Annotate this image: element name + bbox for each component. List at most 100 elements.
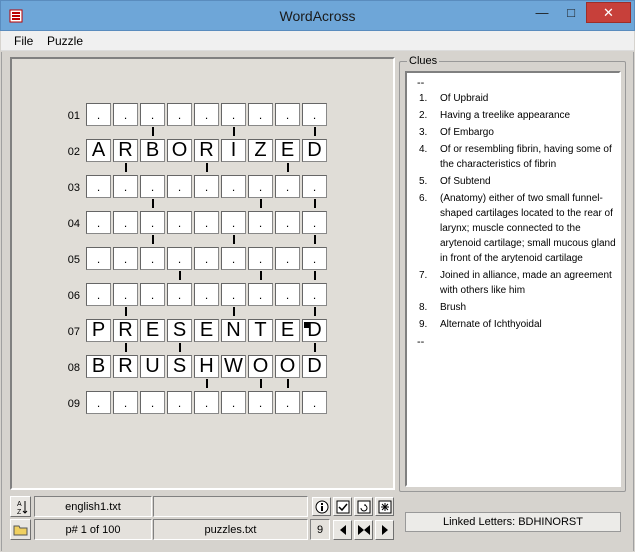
grid-cell[interactable]: . [221, 391, 246, 414]
clue-item[interactable]: 4. Of or resembling fibrin, having some o… [419, 142, 617, 172]
grid-cell[interactable]: . [167, 283, 192, 306]
grid-cell[interactable]: . [194, 283, 219, 306]
grid-cell[interactable]: . [194, 175, 219, 198]
grid-cell[interactable]: . [248, 247, 273, 270]
grid-cell[interactable]: . [140, 211, 165, 234]
grid-cell[interactable]: D [302, 319, 327, 342]
grid-cell[interactable]: . [113, 175, 138, 198]
grid-cell[interactable]: . [140, 103, 165, 126]
solve-button[interactable] [375, 497, 394, 516]
clue-item[interactable]: 1. Of Upbraid [419, 91, 617, 106]
grid-cell[interactable]: . [140, 283, 165, 306]
menu-puzzle[interactable]: Puzzle [47, 34, 83, 48]
grid-cell[interactable]: Z [248, 139, 273, 162]
grid-cell[interactable]: . [248, 175, 273, 198]
grid-cell[interactable]: . [248, 391, 273, 414]
grid-cell[interactable]: . [86, 211, 111, 234]
grid-cell[interactable]: . [86, 283, 111, 306]
grid-cell[interactable]: D [302, 355, 327, 378]
grid-cell[interactable]: R [194, 139, 219, 162]
refresh-button[interactable] [354, 497, 373, 516]
grid-cell[interactable]: . [275, 391, 300, 414]
grid-cell[interactable]: . [140, 391, 165, 414]
clue-item[interactable]: 7. Joined in alliance, made an agreement … [419, 268, 617, 298]
clue-item[interactable]: 9. Alternate of Ichthyoidal [419, 317, 617, 332]
grid-cell[interactable]: N [221, 319, 246, 342]
grid-cell[interactable]: . [140, 247, 165, 270]
grid-cell[interactable]: E [275, 319, 300, 342]
next-puzzle-button[interactable] [375, 520, 394, 540]
grid-cell[interactable]: . [221, 175, 246, 198]
grid-cell[interactable]: . [302, 103, 327, 126]
check-button[interactable] [333, 497, 352, 516]
grid-cell[interactable]: . [275, 283, 300, 306]
grid-cell[interactable]: . [113, 211, 138, 234]
clue-item[interactable]: 6. (Anatomy) either of two small funnel-s… [419, 191, 617, 266]
grid-cell[interactable]: . [275, 211, 300, 234]
grid-cell[interactable]: D [302, 139, 327, 162]
grid-cell[interactable]: . [194, 103, 219, 126]
grid-cell[interactable]: . [140, 175, 165, 198]
grid-cell[interactable]: O [275, 355, 300, 378]
grid-cell[interactable]: . [86, 247, 111, 270]
grid-cell[interactable]: A [86, 139, 111, 162]
grid-cell[interactable]: . [167, 247, 192, 270]
menu-file[interactable]: File [14, 34, 33, 48]
grid-cell[interactable]: . [194, 211, 219, 234]
maximize-icon[interactable]: □ [557, 2, 585, 23]
grid-cell[interactable]: . [86, 103, 111, 126]
grid-cell[interactable]: . [221, 247, 246, 270]
grid-cell[interactable]: E [140, 319, 165, 342]
grid-cell[interactable]: B [140, 139, 165, 162]
grid-cell[interactable]: E [275, 139, 300, 162]
grid-cell[interactable]: S [167, 319, 192, 342]
close-icon[interactable]: ✕ [586, 2, 631, 23]
grid-cell[interactable]: S [167, 355, 192, 378]
grid-cell[interactable]: I [221, 139, 246, 162]
grid-cell[interactable]: B [86, 355, 111, 378]
grid-cell[interactable]: . [248, 103, 273, 126]
info-button[interactable] [312, 497, 331, 516]
grid-cell[interactable]: . [113, 391, 138, 414]
grid-cell[interactable]: R [113, 355, 138, 378]
grid-cell[interactable]: . [302, 283, 327, 306]
sort-az-button[interactable]: AZ [10, 496, 31, 517]
grid-cell[interactable]: H [194, 355, 219, 378]
grid-cell[interactable]: . [167, 175, 192, 198]
clue-item[interactable]: 3. Of Embargo [419, 125, 617, 140]
grid-cell[interactable]: . [302, 175, 327, 198]
clue-item[interactable]: 8. Brush [419, 300, 617, 315]
grid-cell[interactable]: . [275, 103, 300, 126]
grid-cell[interactable]: . [113, 283, 138, 306]
grid-cell[interactable]: P [86, 319, 111, 342]
grid-cell[interactable]: . [275, 175, 300, 198]
grid-cell[interactable]: T [248, 319, 273, 342]
grid-cell[interactable]: . [302, 247, 327, 270]
grid-cell[interactable]: U [140, 355, 165, 378]
grid-cell[interactable]: . [86, 175, 111, 198]
grid-cell[interactable]: . [86, 391, 111, 414]
grid-cell[interactable]: . [167, 103, 192, 126]
grid-cell[interactable]: . [248, 283, 273, 306]
random-puzzle-button[interactable] [354, 520, 373, 540]
grid-cell[interactable]: O [167, 139, 192, 162]
grid-cell[interactable]: . [302, 391, 327, 414]
grid-cell[interactable]: . [248, 211, 273, 234]
grid-cell[interactable]: R [113, 139, 138, 162]
grid-cell[interactable]: . [302, 211, 327, 234]
grid-cell[interactable]: . [194, 247, 219, 270]
grid-cell[interactable]: . [167, 391, 192, 414]
grid-cell[interactable]: . [221, 211, 246, 234]
grid-cell[interactable]: . [275, 247, 300, 270]
grid-cell[interactable]: W [221, 355, 246, 378]
grid-cell[interactable]: E [194, 319, 219, 342]
grid-cell[interactable]: O [248, 355, 273, 378]
grid-cell[interactable]: . [113, 103, 138, 126]
minimize-icon[interactable]: — [528, 2, 556, 23]
grid-cell[interactable]: . [194, 391, 219, 414]
clue-item[interactable]: 5. Of Subtend [419, 174, 617, 189]
grid-cell[interactable]: . [221, 103, 246, 126]
clue-item[interactable]: 2. Having a treelike appearance [419, 108, 617, 123]
grid-cell[interactable]: . [113, 247, 138, 270]
grid-cell[interactable]: . [221, 283, 246, 306]
